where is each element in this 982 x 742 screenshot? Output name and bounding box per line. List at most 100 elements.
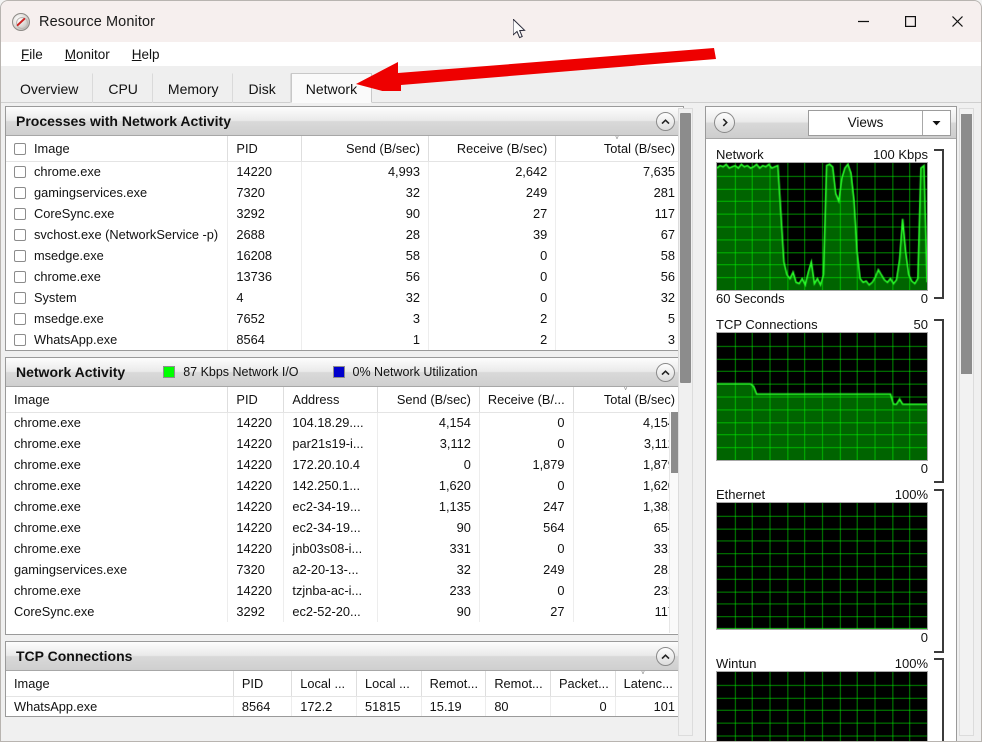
legend-network-io: 87 Kbps Network I/O bbox=[163, 365, 299, 379]
table-row[interactable]: chrome.exe 14220 172.20.10.4 0 1,879 1,879 bbox=[6, 454, 683, 475]
scrollbar-thumb[interactable] bbox=[961, 114, 972, 374]
table-row[interactable]: CoreSync.exe 3292 ec2-52-20... 90 27 117 bbox=[6, 601, 683, 622]
tab-cpu[interactable]: CPU bbox=[93, 73, 153, 103]
resource-monitor-icon bbox=[12, 12, 30, 31]
chevron-down-icon[interactable] bbox=[922, 110, 950, 135]
row-checkbox[interactable] bbox=[14, 187, 26, 199]
row-checkbox[interactable] bbox=[14, 334, 26, 346]
table-row[interactable]: msedge.exe 7652 3 2 5 bbox=[6, 308, 683, 329]
cell-total: 281 bbox=[653, 562, 675, 577]
graph-wintun-labels: Wintun 100% bbox=[716, 656, 946, 671]
panel-header-processes[interactable]: Processes with Network Activity bbox=[6, 107, 683, 136]
cell-address: 142.250.1... bbox=[283, 475, 379, 496]
cell-pid: 14220 bbox=[227, 538, 285, 559]
table-row[interactable]: chrome.exe 14220 tzjnba-ac-i... 233 0 233 bbox=[6, 580, 683, 601]
column-header-receive[interactable]: Receive (B/sec) bbox=[428, 136, 557, 162]
menu-file[interactable]: File bbox=[10, 44, 54, 65]
column-header-packet-loss[interactable]: Packet... bbox=[550, 671, 616, 697]
row-checkbox[interactable] bbox=[14, 166, 26, 179]
column-header-total[interactable]: ˅ Total (B/sec) bbox=[555, 136, 683, 162]
cell-total: 654 bbox=[653, 520, 675, 535]
cell-image: svchost.exe (NetworkService -p) bbox=[6, 224, 229, 245]
chevron-up-icon[interactable] bbox=[656, 363, 675, 382]
column-header-send[interactable]: Send (B/sec) bbox=[377, 387, 480, 413]
column-header-receive[interactable]: Receive (B/... bbox=[479, 387, 574, 413]
left-pane: Processes with Network Activity Image PI… bbox=[1, 103, 701, 741]
left-pane-scrollbar[interactable] bbox=[678, 108, 693, 736]
cell-address: 104.18.29.... bbox=[283, 412, 379, 433]
table-row[interactable]: System 4 32 0 32 bbox=[6, 287, 683, 308]
scrollbar-thumb[interactable] bbox=[680, 113, 691, 383]
cell-pid: 7320 bbox=[227, 559, 285, 580]
menu-monitor[interactable]: Monitor bbox=[54, 44, 121, 65]
table-row[interactable]: svchost.exe (NetworkService -p) 2688 28 39 6… bbox=[6, 224, 683, 245]
table-row[interactable]: chrome.exe 14220 par21s19-i... 3,112 0 3,112 bbox=[6, 433, 683, 454]
cell-total: 4,154 bbox=[642, 415, 675, 431]
table-row[interactable]: chrome.exe 14220 4,993 2,642 7,635 bbox=[6, 161, 683, 182]
minimize-button[interactable] bbox=[840, 1, 887, 42]
column-header-pid[interactable]: PID bbox=[227, 136, 302, 162]
column-header-image[interactable]: Image bbox=[6, 671, 234, 697]
views-button[interactable]: Views bbox=[808, 109, 951, 136]
table-row[interactable]: gamingservices.exe 7320 a2-20-13-... 32 249 2… bbox=[6, 559, 683, 580]
panel-header-tcp-connections[interactable]: TCP Connections bbox=[6, 642, 683, 671]
table-row[interactable]: chrome.exe 14220 ec2-34-19... 1,135 247 1,382 bbox=[6, 496, 683, 517]
column-header-local-port[interactable]: Local ... bbox=[356, 671, 422, 697]
legend-network-utilization: 0% Network Utilization bbox=[332, 365, 478, 379]
column-header-pid[interactable]: PID bbox=[233, 671, 293, 697]
table-row[interactable]: chrome.exe 14220 104.18.29.... 4,154 0 4,154 bbox=[6, 412, 683, 433]
right-pane-scrollbar[interactable] bbox=[959, 108, 974, 736]
table-row[interactable]: msedge.exe 16208 58 0 58 bbox=[6, 245, 683, 266]
cell-send: 4,154 bbox=[377, 412, 480, 433]
row-checkbox[interactable] bbox=[14, 292, 26, 304]
column-header-remote-port[interactable]: Remot... bbox=[485, 671, 551, 697]
table-row[interactable]: gamingservices.exe 7320 32 249 281 bbox=[6, 182, 683, 203]
table-row[interactable]: chrome.exe 14220 142.250.1... 1,620 0 1,620 bbox=[6, 475, 683, 496]
table-body-processes: chrome.exe 14220 4,993 2,642 7,635 gamingser… bbox=[6, 161, 683, 350]
column-header-address[interactable]: Address bbox=[283, 387, 379, 413]
column-header-local-address[interactable]: Local ... bbox=[291, 671, 357, 697]
row-checkbox[interactable] bbox=[14, 208, 26, 220]
cell-receive: 27 bbox=[428, 203, 557, 224]
row-checkbox[interactable] bbox=[14, 271, 26, 283]
table-row[interactable]: WhatsApp.exe 8564 1 2 3 bbox=[6, 329, 683, 350]
table-processes: Image PID Send (B/sec) Receive (B/sec) ˅… bbox=[6, 136, 683, 350]
menu-help[interactable]: Help bbox=[121, 44, 171, 65]
sort-descending-icon: ˅ bbox=[640, 671, 646, 677]
cell-total: 3,112 bbox=[643, 436, 675, 451]
column-header-send[interactable]: Send (B/sec) bbox=[301, 136, 429, 162]
table-row[interactable]: chrome.exe 14220 ec2-34-19... 90 564 654 bbox=[6, 517, 683, 538]
table-row[interactable]: CoreSync.exe 3292 90 27 117 bbox=[6, 203, 683, 224]
close-button[interactable] bbox=[934, 1, 981, 42]
tab-network[interactable]: Network bbox=[290, 73, 373, 103]
row-checkbox[interactable] bbox=[14, 313, 26, 325]
table-row[interactable]: WhatsApp.exe 8564 172.2 51815 15.19 80 0 101 bbox=[6, 696, 683, 716]
column-header-total[interactable]: ˅ Total (B/sec) bbox=[573, 387, 683, 413]
chevron-up-icon[interactable] bbox=[656, 647, 675, 666]
cell-receive: 564 bbox=[479, 517, 574, 538]
select-all-checkbox[interactable] bbox=[14, 142, 26, 155]
tab-overview[interactable]: Overview bbox=[5, 73, 94, 103]
maximize-button[interactable] bbox=[887, 1, 934, 42]
tab-memory[interactable]: Memory bbox=[153, 73, 234, 103]
column-header-image[interactable]: Image bbox=[6, 387, 229, 413]
cell-send: 233 bbox=[377, 580, 480, 601]
graph-ethernet-max: 100% bbox=[894, 486, 928, 502]
graph-network-time-label: 60 Seconds bbox=[716, 290, 785, 306]
table-row[interactable]: chrome.exe 14220 jnb03s08-i... 331 0 331 bbox=[6, 538, 683, 559]
column-header-pid[interactable]: PID bbox=[227, 387, 285, 413]
row-checkbox[interactable] bbox=[14, 250, 26, 262]
chevron-right-icon[interactable] bbox=[714, 112, 735, 133]
chevron-up-icon[interactable] bbox=[656, 112, 675, 131]
tab-disk[interactable]: Disk bbox=[233, 73, 291, 103]
cell-total: 1,879 bbox=[642, 457, 675, 472]
column-header-latency[interactable]: ˅ Latenc... bbox=[615, 671, 683, 697]
cell-local-address: 172.2 bbox=[291, 696, 357, 716]
panel-header-network-activity[interactable]: Network Activity 87 Kbps Network I/O 0% … bbox=[6, 358, 683, 387]
column-header-image[interactable]: Image bbox=[6, 136, 229, 162]
cell-address: ec2-52-20... bbox=[283, 601, 379, 622]
table-row[interactable]: chrome.exe 13736 56 0 56 bbox=[6, 266, 683, 287]
graph-network-title: Network bbox=[716, 147, 764, 162]
row-checkbox[interactable] bbox=[14, 229, 26, 241]
column-header-remote-address[interactable]: Remot... bbox=[421, 671, 487, 697]
